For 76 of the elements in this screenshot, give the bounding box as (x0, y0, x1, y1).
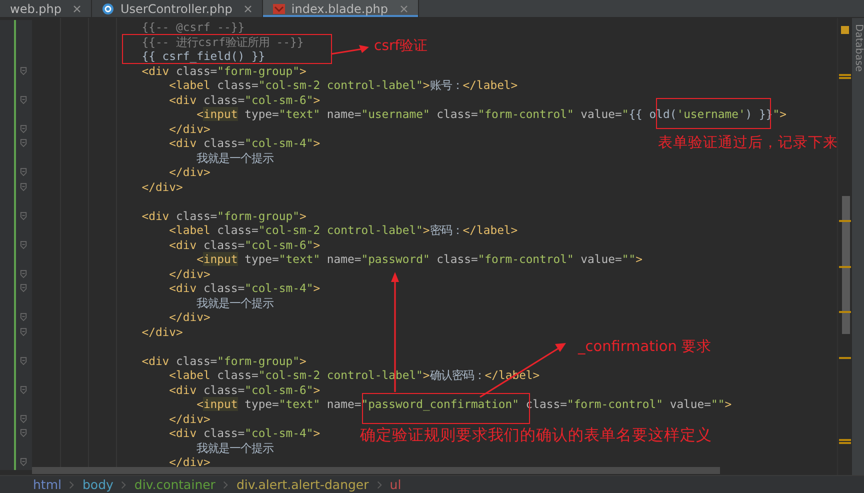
chevron-icon (69, 480, 74, 490)
code-line: 我就是一个提示 (196, 150, 274, 165)
code-line: <div class="form-group"> (140, 354, 306, 368)
code-line: <label class="col-sm-2 control-label">密码：</label> (168, 223, 518, 238)
fold-marker-icon[interactable] (20, 240, 27, 250)
code-line: 我就是一个提示 (196, 440, 274, 455)
editor-tab[interactable]: index.blade.php (263, 0, 420, 17)
warning-marker[interactable] (839, 220, 851, 222)
annotation-text: 确定验证规则要求我们的确认的表单名要这样定义 (360, 426, 712, 444)
code-line: <div class="form-group"> (140, 208, 306, 223)
annotation-text: _confirmation 要求 (578, 338, 712, 356)
fold-marker-icon[interactable] (20, 356, 27, 366)
fold-marker-icon[interactable] (20, 66, 27, 76)
code-line: <div class="col-sm-4"> (168, 426, 320, 440)
code-line: </div> (140, 324, 183, 339)
code-line: 我就是一个提示 (196, 296, 274, 310)
fold-marker-icon[interactable] (20, 182, 27, 192)
vertical-scrollbar[interactable] (837, 18, 852, 475)
fold-marker-icon[interactable] (20, 283, 27, 294)
warning-marker[interactable] (839, 74, 851, 76)
fold-marker-icon[interactable] (20, 428, 27, 438)
fold-marker-icon[interactable] (20, 210, 27, 221)
code-line: </div> (168, 165, 210, 180)
editor-tab[interactable]: web.php (0, 0, 92, 17)
warning-marker[interactable] (839, 311, 851, 313)
fold-marker-icon[interactable] (20, 138, 27, 148)
blade-file-icon (273, 2, 286, 14)
fold-marker-icon[interactable] (20, 384, 27, 395)
code-line: <div class="col-sm-6"> (168, 92, 320, 107)
warning-marker[interactable] (839, 266, 851, 268)
inspection-status-icon (841, 26, 849, 34)
code-line: </div> (168, 310, 210, 324)
fold-marker-icon[interactable] (20, 94, 27, 105)
fold-marker-icon[interactable] (20, 414, 27, 424)
database-panel-tab[interactable]: Database (852, 24, 864, 72)
warning-marker[interactable] (839, 439, 851, 441)
breadcrumb-item[interactable]: body (82, 477, 114, 492)
code-line: <div class="col-sm-6"> (168, 238, 320, 252)
scrollbar-thumb[interactable] (842, 196, 850, 334)
fold-marker-icon[interactable] (20, 268, 27, 279)
close-icon[interactable] (244, 4, 252, 12)
close-icon[interactable] (73, 4, 82, 12)
warning-marker[interactable] (839, 357, 851, 359)
breadcrumb-item[interactable]: html (33, 477, 62, 492)
class-file-icon (102, 2, 114, 14)
breadcrumb-item[interactable]: div.container (134, 477, 216, 492)
fold-marker-icon[interactable] (20, 457, 27, 468)
code-line: <div class="col-sm-4"> (168, 281, 320, 296)
fold-marker-icon[interactable] (20, 312, 27, 322)
code-line: </div> (168, 455, 210, 470)
warning-marker[interactable] (839, 77, 851, 79)
fold-marker-icon[interactable] (20, 124, 27, 134)
chevron-icon (223, 480, 228, 490)
code-line: <label class="col-sm-2 control-label">账号：</label> (168, 78, 518, 92)
code-line: </div> (168, 122, 210, 136)
fold-marker-icon[interactable] (20, 167, 27, 178)
code-line: <div class="form-group"> (140, 64, 306, 78)
code-line: <div class="col-sm-6"> (168, 382, 320, 397)
close-icon[interactable] (400, 4, 408, 12)
horizontal-scrollbar[interactable] (32, 467, 720, 474)
breadcrumb-item[interactable]: ul (390, 477, 402, 492)
code-line: {{-- @csrf --}} (140, 20, 245, 34)
code-line: {{ csrf_field() }} (140, 49, 266, 64)
chevron-icon (376, 480, 382, 490)
annotation-text: csrf验证 (374, 37, 428, 55)
code-line: {{-- 进行csrf验证所用 --}} (140, 34, 304, 49)
fold-marker-icon[interactable] (20, 326, 27, 337)
code-line: </div> (140, 180, 183, 194)
code-line: <div class="col-sm-4"> (168, 136, 320, 150)
code-line: <input type="text" name="password" class="form-control" value=""> (196, 252, 642, 266)
chevron-icon (121, 480, 126, 490)
breadcrumb-item[interactable]: div.alert.alert-danger (236, 477, 369, 492)
warning-marker[interactable] (839, 442, 851, 444)
code-line: </div> (168, 266, 210, 281)
code-line: </div> (168, 412, 210, 426)
annotation-arrow (330, 45, 369, 55)
